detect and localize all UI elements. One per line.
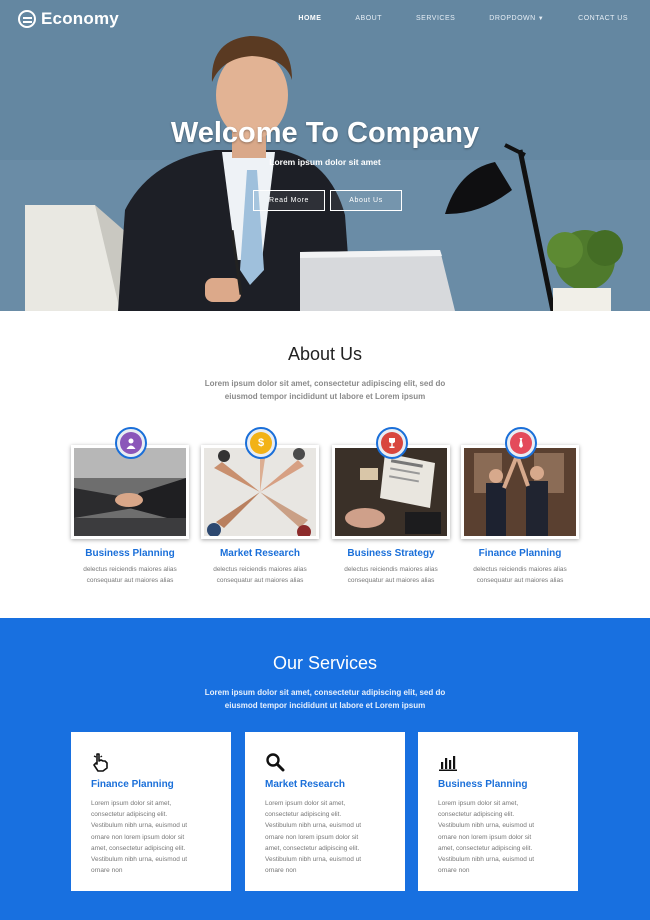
service-text-line: consectetur adipiscing elit. [265, 811, 342, 819]
service-card[interactable]: Market Research Lorem ipsum dolor sit am… [245, 732, 405, 891]
about-card[interactable]: Finance Planning delectus reiciendis mai… [461, 425, 579, 595]
service-text-line: consectetur adipiscing elit. [438, 811, 515, 819]
service-text-line: Vestibulum nibh urna, euismod ut [91, 822, 188, 830]
service-text-line: Vestibulum nibh urna, euismod ut [438, 822, 535, 830]
service-text-line: Lorem ipsum dolor sit amet, [438, 800, 519, 807]
trophy-icon [381, 432, 403, 454]
service-text-line: Lorem ipsum dolor sit amet, [91, 800, 172, 807]
main-nav: HOME ABOUT SERVICES DROPDOWN ▼ CONTACT U… [264, 15, 628, 22]
search-icon [265, 752, 285, 772]
dollar-icon: $ [250, 432, 272, 454]
chevron-down-icon: ▼ [537, 15, 545, 22]
person-icon [120, 432, 142, 454]
card-title: Business Planning [85, 548, 175, 559]
brand-logo[interactable]: Economy [18, 9, 119, 29]
service-text-line: consectetur adipiscing elit. [91, 811, 168, 819]
card-text-line: delectus reiciendis maiores alias [83, 566, 177, 573]
hero-title: Welcome To Company [170, 117, 480, 149]
hero-subtitle: Lorem ipsum dolor sit amet [269, 157, 381, 167]
service-text-line: ornare non [265, 867, 297, 875]
service-card[interactable]: Finance Planning Lorem ipsum dolor sit a… [71, 732, 231, 891]
read-more-button[interactable]: Read More [253, 190, 325, 211]
service-text: Lorem ipsum dolor sit amet, consectetur … [91, 798, 221, 876]
about-lead: Lorem ipsum dolor sit amet, consectetur … [0, 377, 650, 403]
card-title: Business Strategy [347, 548, 435, 559]
about-card[interactable]: $ Market Research delectus reiciendis ma… [201, 425, 319, 595]
nav-item-contact[interactable]: CONTACT US [578, 15, 628, 22]
hero-background-image [0, 0, 650, 311]
service-card[interactable]: Business Planning Lorem ipsum dolor sit … [418, 732, 578, 891]
card-text-line: consequatur aut maiores alias [476, 577, 564, 584]
nav-item-services[interactable]: SERVICES [416, 15, 455, 22]
card-badge: $ [245, 427, 277, 459]
hand-pointer-icon [91, 752, 111, 772]
about-title: About Us [287, 344, 363, 364]
card-badge [505, 427, 537, 459]
about-lead-line-1: Lorem ipsum dolor sit amet, consectetur … [204, 379, 446, 388]
brand-name: Economy [41, 9, 119, 28]
nav-item-home[interactable]: HOME [298, 15, 321, 22]
services-title: Our Services [272, 653, 378, 673]
services-lead-line-2: eiusmod tempor incididunt ut labore et L… [224, 701, 426, 710]
businessmen-image [461, 445, 579, 539]
about-card[interactable]: Business Strategy delectus reiciendis ma… [332, 425, 450, 595]
card-title: Market Research [219, 548, 301, 559]
nav-item-about[interactable]: ABOUT [355, 15, 382, 22]
bar-chart-icon [438, 752, 458, 772]
service-text-line: ornare non lorem ipsum dolor sit [265, 833, 359, 841]
service-text-line: Vestibulum nibh urna, euismod ut [91, 856, 188, 864]
service-title: Business Planning [438, 779, 528, 790]
card-text-line: consequatur aut maiores alias [347, 577, 435, 584]
card-text-line: consequatur aut maiores alias [86, 577, 174, 584]
service-text-line: amet, consectetur adipiscing elit. [438, 844, 533, 852]
service-title: Finance Planning [91, 779, 174, 790]
service-text-line: ornare non lorem ipsum dolor sit [91, 833, 185, 841]
services-lead: Lorem ipsum dolor sit amet, consectetur … [0, 686, 650, 712]
hero-banner: Economy HOME ABOUT SERVICES DROPDOWN ▼ C… [0, 0, 650, 311]
service-text: Lorem ipsum dolor sit amet, consectetur … [265, 798, 395, 876]
service-text-line: Vestibulum nibh urna, euismod ut [438, 856, 535, 864]
card-text: delectus reiciendis maiores alias conseq… [71, 564, 189, 586]
service-text-line: amet, consectetur adipiscing elit. [91, 844, 186, 852]
about-card[interactable]: Business Planning delectus reiciendis ma… [71, 425, 189, 595]
handshake-image [71, 445, 189, 539]
tie-icon [510, 432, 532, 454]
service-text-line: ornare non [91, 867, 123, 875]
about-lead-line-2: eiusmod tempor incididunt ut labore et L… [224, 392, 426, 401]
service-text-line: ornare non lorem ipsum dolor sit [438, 833, 532, 841]
card-badge [376, 427, 408, 459]
card-text: delectus reiciendis maiores alias conseq… [332, 564, 450, 586]
card-text-line: delectus reiciendis maiores alias [344, 566, 438, 573]
logo-icon [18, 10, 36, 28]
service-text-line: Vestibulum nibh urna, euismod ut [265, 856, 362, 864]
team-hands-image [201, 445, 319, 539]
card-title: Finance Planning [478, 548, 562, 559]
newspaper-image [332, 445, 450, 539]
card-text: delectus reiciendis maiores alias conseq… [461, 564, 579, 586]
service-title: Market Research [265, 779, 346, 790]
card-text: delectus reiciendis maiores alias conseq… [201, 564, 319, 586]
services-lead-line-1: Lorem ipsum dolor sit amet, consectetur … [204, 688, 446, 697]
nav-item-dropdown-label: DROPDOWN [489, 15, 536, 22]
service-text-line: ornare non [438, 867, 470, 875]
card-badge [115, 427, 147, 459]
service-text: Lorem ipsum dolor sit amet, consectetur … [438, 798, 568, 876]
navbar: Economy HOME ABOUT SERVICES DROPDOWN ▼ C… [0, 0, 650, 38]
nav-item-dropdown[interactable]: DROPDOWN ▼ [489, 15, 544, 22]
services-section: Our Services Lorem ipsum dolor sit amet,… [0, 618, 650, 920]
service-text-line: Lorem ipsum dolor sit amet, [265, 800, 346, 807]
card-text-line: consequatur aut maiores alias [216, 577, 304, 584]
card-text-line: delectus reiciendis maiores alias [213, 566, 307, 573]
service-text-line: Vestibulum nibh urna, euismod ut [265, 822, 362, 830]
service-text-line: amet, consectetur adipiscing elit. [265, 844, 360, 852]
card-text-line: delectus reiciendis maiores alias [473, 566, 567, 573]
about-us-button[interactable]: About Us [330, 190, 402, 211]
